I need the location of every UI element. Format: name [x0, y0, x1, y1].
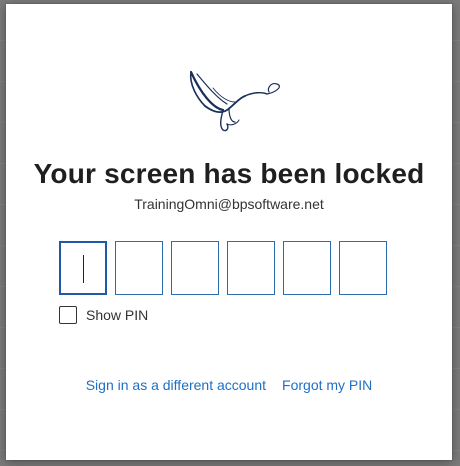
- pin-input-group: [59, 241, 387, 295]
- forgot-pin-link[interactable]: Forgot my PIN: [282, 377, 372, 393]
- sign-in-different-account-link[interactable]: Sign in as a different account: [86, 377, 266, 393]
- lock-screen-dialog: Your screen has been locked TrainingOmni…: [6, 4, 452, 460]
- pin-digit-3[interactable]: [171, 241, 219, 295]
- company-logo: [189, 70, 280, 132]
- pin-digit-2[interactable]: [115, 241, 163, 295]
- show-pin-toggle[interactable]: Show PIN: [59, 306, 148, 324]
- account-email: TrainingOmni@bpsoftware.net: [134, 196, 324, 212]
- pin-digit-5[interactable]: [283, 241, 331, 295]
- page-title: Your screen has been locked: [33, 158, 425, 189]
- text-caret: [83, 255, 84, 283]
- pin-digit-1[interactable]: [59, 241, 107, 295]
- pin-digit-4[interactable]: [227, 241, 275, 295]
- action-links: Sign in as a different account Forgot my…: [6, 377, 452, 393]
- show-pin-checkbox[interactable]: [59, 306, 77, 324]
- show-pin-label: Show PIN: [86, 307, 149, 323]
- pin-digit-6[interactable]: [339, 241, 387, 295]
